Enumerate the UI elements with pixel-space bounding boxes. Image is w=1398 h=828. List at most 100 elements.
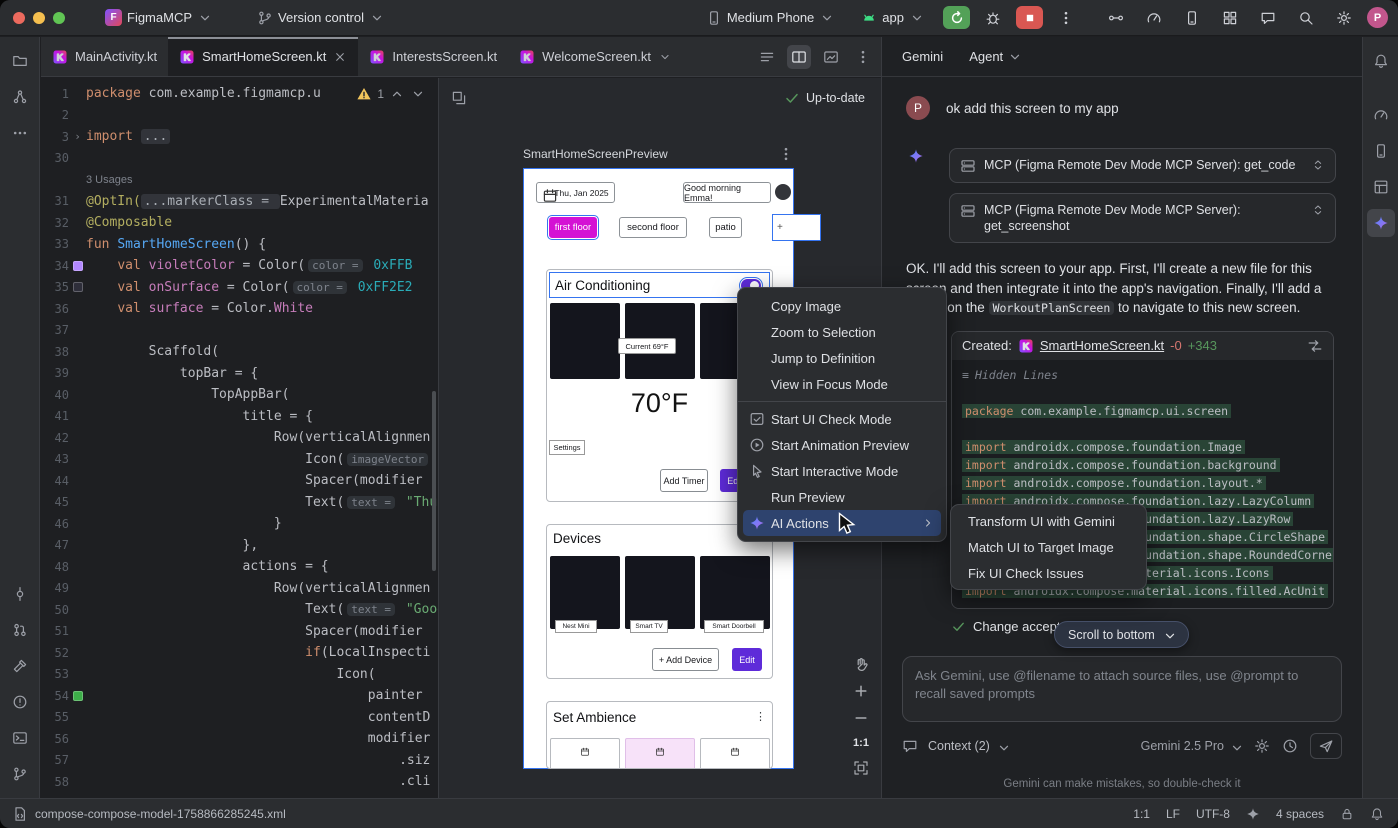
floor-chip-second-floor[interactable]: second floor — [619, 217, 687, 238]
ambience-card[interactable] — [700, 738, 770, 769]
code-view-button[interactable] — [755, 45, 779, 69]
diff-icon[interactable] — [1307, 338, 1323, 354]
send-button[interactable] — [1310, 733, 1342, 759]
stop-button[interactable] — [1016, 6, 1043, 29]
problems-tool-button[interactable] — [6, 688, 34, 716]
add-device-button[interactable]: + Add Device — [652, 648, 719, 671]
ambience-kebab-icon[interactable]: ⋮ — [755, 710, 766, 723]
menu-item-start-animation-preview[interactable]: Start Animation Preview — [743, 432, 941, 458]
file-encoding[interactable]: UTF-8 — [1196, 807, 1230, 821]
app-menu[interactable]: F FigmaMCP — [97, 5, 221, 31]
running-devices-button[interactable] — [1179, 5, 1205, 31]
device-card[interactable] — [550, 556, 620, 629]
menu-item-jump-to-definition[interactable]: Jump to Definition — [743, 345, 941, 371]
zoom-to-fit-button[interactable] — [853, 760, 869, 776]
inspection-widget[interactable]: 1 — [356, 86, 426, 102]
created-file-link[interactable]: SmartHomeScreen.kt — [1040, 338, 1164, 353]
preview-name[interactable]: SmartHomeScreenPreview — [523, 147, 668, 161]
tool-call-card[interactable]: MCP (Figma Remote Dev Mode MCP Server): … — [949, 193, 1336, 243]
submenu-item-transform-ui-with-gemini[interactable]: Transform UI with Gemini — [956, 508, 1141, 534]
pan-tool-button[interactable] — [853, 656, 869, 672]
device-selector[interactable]: Medium Phone — [698, 5, 843, 31]
menu-item-start-interactive-mode[interactable]: Start Interactive Mode — [743, 458, 941, 484]
profiler-button[interactable] — [1141, 5, 1167, 31]
context-selector[interactable]: Context (2) — [928, 739, 1009, 753]
notifications-icon[interactable] — [1370, 807, 1384, 821]
status-file[interactable]: compose-compose-model-1758866285245.xml — [12, 806, 286, 822]
gemini-tab[interactable]: Gemini — [902, 49, 943, 64]
version-control-tool-button[interactable] — [6, 760, 34, 788]
ambience-card[interactable] — [550, 738, 620, 769]
code-editor[interactable]: 1package com.example.figmamcp.u23›import… — [41, 78, 438, 798]
history-icon[interactable] — [1282, 738, 1298, 754]
more-horizontal-tool-button[interactable] — [6, 119, 34, 147]
preview-gallery-icon[interactable] — [451, 90, 467, 106]
close-window-button[interactable] — [13, 12, 25, 24]
profiler-tool-button[interactable] — [1367, 101, 1395, 129]
gemini-prompt-input[interactable]: Ask Gemini, use @filename to attach sour… — [902, 656, 1342, 722]
tab-interestsscreen-kt[interactable]: K InterestsScreen.kt — [358, 37, 508, 76]
device-card[interactable] — [625, 556, 695, 629]
avatar[interactable] — [775, 184, 791, 200]
menu-item-start-ui-check-mode[interactable]: Start UI Check Mode — [743, 406, 941, 432]
more-actions-button[interactable] — [1053, 5, 1079, 31]
commit-tool-button[interactable] — [6, 580, 34, 608]
floor-chip-patio[interactable]: patio — [709, 217, 742, 238]
zoom-in-button[interactable] — [853, 683, 869, 699]
indent-setting[interactable]: 4 spaces — [1276, 807, 1324, 821]
scroll-to-bottom-button[interactable]: Scroll to bottom — [1054, 621, 1189, 648]
maximize-window-button[interactable] — [53, 12, 65, 24]
build-tool-button[interactable] — [6, 652, 34, 680]
tab-welcomescreen-kt[interactable]: K WelcomeScreen.kt — [508, 37, 683, 76]
add-timer-button[interactable]: Add Timer — [660, 469, 708, 492]
split-view-button[interactable] — [787, 45, 811, 69]
menu-item-zoom-to-selection[interactable]: Zoom to Selection — [743, 319, 941, 345]
terminal-tool-button[interactable] — [6, 724, 34, 752]
search-button[interactable] — [1293, 5, 1319, 31]
zoom-out-button[interactable] — [853, 710, 869, 726]
vcs-menu[interactable]: Version control — [249, 5, 393, 31]
structure-tool-button[interactable] — [6, 83, 34, 111]
zoom-ratio-button[interactable]: 1:1 — [853, 737, 869, 749]
menu-item-view-in-focus-mode[interactable]: View in Focus Mode — [743, 371, 941, 397]
preview-options-kebab-icon[interactable] — [778, 146, 794, 162]
fold-marker[interactable]: › — [74, 130, 81, 143]
notifications-tool-button[interactable] — [1367, 47, 1395, 75]
tab-mainactivity-kt[interactable]: K MainActivity.kt — [41, 37, 168, 76]
ai-chat-button[interactable] — [1255, 5, 1281, 31]
ac-device-card[interactable] — [550, 303, 620, 379]
menu-item-run-preview[interactable]: Run Preview — [743, 484, 941, 510]
devices-edit-button[interactable]: Edit — [732, 648, 762, 671]
selected-component-handle[interactable]: + — [772, 214, 821, 241]
gemini-tool-button[interactable] — [1367, 209, 1395, 237]
ambience-card[interactable] — [625, 738, 695, 769]
rerun-button[interactable] — [943, 6, 970, 29]
layout-inspector-tool-button[interactable] — [1367, 173, 1395, 201]
plugins-button[interactable] — [1217, 5, 1243, 31]
model-selector[interactable]: Gemini 2.5 Pro — [1141, 739, 1242, 753]
menu-item-copy-image[interactable]: Copy Image — [743, 293, 941, 319]
chevron-down-icon[interactable] — [658, 50, 672, 64]
submenu-item-fix-ui-check-issues[interactable]: Fix UI Check Issues — [956, 560, 1141, 586]
previous-issue-icon[interactable] — [389, 86, 405, 102]
tool-call-card[interactable]: MCP (Figma Remote Dev Mode MCP Server): … — [949, 148, 1336, 183]
gemini-settings-icon[interactable] — [1254, 738, 1270, 754]
readonly-lock-icon[interactable] — [1340, 807, 1354, 821]
cursor-position[interactable]: 1:1 — [1133, 807, 1150, 821]
project-folder-tool-button[interactable] — [6, 47, 34, 75]
ai-assist-icon[interactable] — [1246, 807, 1260, 821]
device-card[interactable] — [700, 556, 770, 629]
profile-avatar[interactable]: P — [1367, 7, 1388, 28]
editor-scrollbar[interactable] — [432, 391, 436, 571]
device-manager-tool-button[interactable] — [1367, 137, 1395, 165]
settings-label[interactable]: Settings — [549, 440, 585, 455]
debug-button[interactable] — [980, 5, 1006, 31]
tab-smarthomescreen-kt[interactable]: K SmartHomeScreen.kt — [168, 37, 358, 76]
agent-mode-selector[interactable]: Agent — [969, 49, 1023, 65]
settings-button[interactable] — [1331, 5, 1357, 31]
run-configuration-selector[interactable]: app — [853, 5, 933, 31]
usages-hint[interactable]: 3 Usages — [41, 169, 438, 191]
line-separator[interactable]: LF — [1166, 807, 1180, 821]
minimize-window-button[interactable] — [33, 12, 45, 24]
submenu-item-match-ui-to-target-image[interactable]: Match UI to Target Image — [956, 534, 1141, 560]
